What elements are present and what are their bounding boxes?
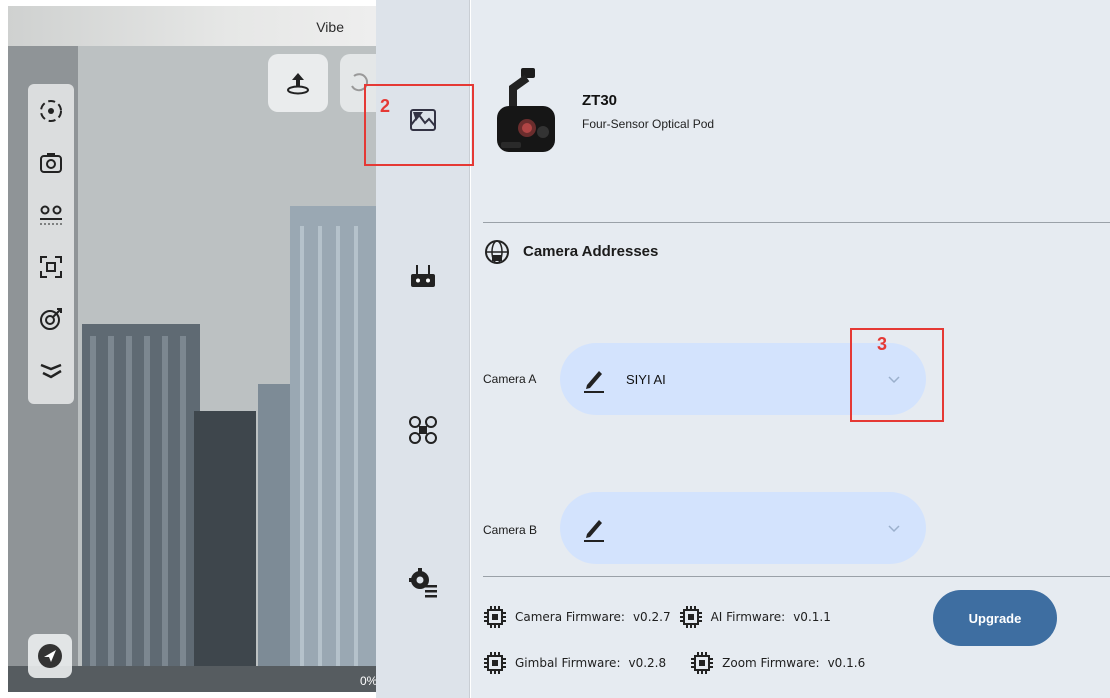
edit-pencil-icon[interactable] xyxy=(582,365,606,393)
camera-a-label: Camera A xyxy=(483,372,537,386)
camera-firmware-label: Camera Firmware: xyxy=(515,610,625,624)
upload-button[interactable] xyxy=(268,54,328,112)
target-lock-button[interactable] xyxy=(36,304,66,334)
remote-controller-icon xyxy=(411,265,435,287)
chip-icon xyxy=(679,606,702,628)
camera-a-value: SIYI AI xyxy=(626,371,666,387)
firmware-row-1: Camera Firmware: v0.2.7 AI Firmware: v0.… xyxy=(483,605,831,629)
camera-settings-panel: ZT30 Four-Sensor Optical Pod Camera Addr… xyxy=(471,0,1110,698)
chevron-down-icon[interactable] xyxy=(886,520,902,536)
ai-firmware-version: v0.1.1 xyxy=(793,610,831,624)
camera-switch-icon xyxy=(40,153,62,173)
chip-icon xyxy=(484,652,506,674)
gimbal-center-button[interactable] xyxy=(36,96,66,126)
divider xyxy=(483,222,1110,223)
annotation-box-step-3 xyxy=(850,328,944,422)
app-title: Vibe xyxy=(316,19,344,35)
section-title: Camera Addresses xyxy=(523,243,659,260)
camera-b-select[interactable] xyxy=(560,492,926,564)
ai-firmware-label: AI Firmware: xyxy=(710,610,786,624)
zoom-firmware-label: Zoom Firmware: xyxy=(722,656,820,670)
edit-pencil-icon[interactable] xyxy=(582,514,606,542)
firmware-row-2: Gimbal Firmware: v0.2.8 Zoom Firmware: v… xyxy=(483,651,865,675)
flight-path-button[interactable] xyxy=(36,356,66,386)
tool-rail xyxy=(28,84,74,404)
gimbal-camera-image xyxy=(497,68,555,152)
product-name: ZT30 xyxy=(582,92,618,109)
annotation-label-step-2: 2 xyxy=(380,96,391,116)
frame-select-icon xyxy=(40,256,62,278)
frame-select-button[interactable] xyxy=(36,252,66,282)
product-subtitle: Four-Sensor Optical Pod xyxy=(582,117,715,131)
nav-item-remote[interactable] xyxy=(376,246,470,306)
upload-icon xyxy=(287,73,309,95)
upgrade-button[interactable]: Upgrade xyxy=(933,590,1057,646)
nav-item-system[interactable] xyxy=(376,552,470,612)
system-settings-icon xyxy=(409,568,437,598)
chip-icon xyxy=(484,606,506,628)
camera-preview[interactable]: Vibe 0% xyxy=(8,6,376,692)
zoom-readout: 0% xyxy=(360,674,376,688)
divider xyxy=(483,576,1110,577)
network-globe-icon xyxy=(485,240,509,264)
camera-firmware-version: v0.2.7 xyxy=(632,610,671,624)
gimbal-firmware-label: Gimbal Firmware: xyxy=(515,656,621,670)
gimbal-center-icon xyxy=(40,100,62,122)
annotation-label-step-3: 3 xyxy=(877,334,888,354)
drone-icon xyxy=(409,416,437,444)
flight-path-icon xyxy=(40,363,62,379)
send-button[interactable] xyxy=(28,634,72,678)
camera-b-label: Camera B xyxy=(483,523,538,537)
gimbal-firmware-version: v0.2.8 xyxy=(628,656,667,670)
waypoint-icon xyxy=(40,205,62,225)
chip-icon xyxy=(691,652,714,674)
camera-switch-button[interactable] xyxy=(36,148,66,178)
waypoint-button[interactable] xyxy=(36,200,66,230)
zoom-firmware-version: v0.1.6 xyxy=(827,656,866,670)
target-lock-icon xyxy=(40,308,62,330)
send-icon xyxy=(38,644,62,668)
nav-item-drone[interactable] xyxy=(376,400,470,460)
